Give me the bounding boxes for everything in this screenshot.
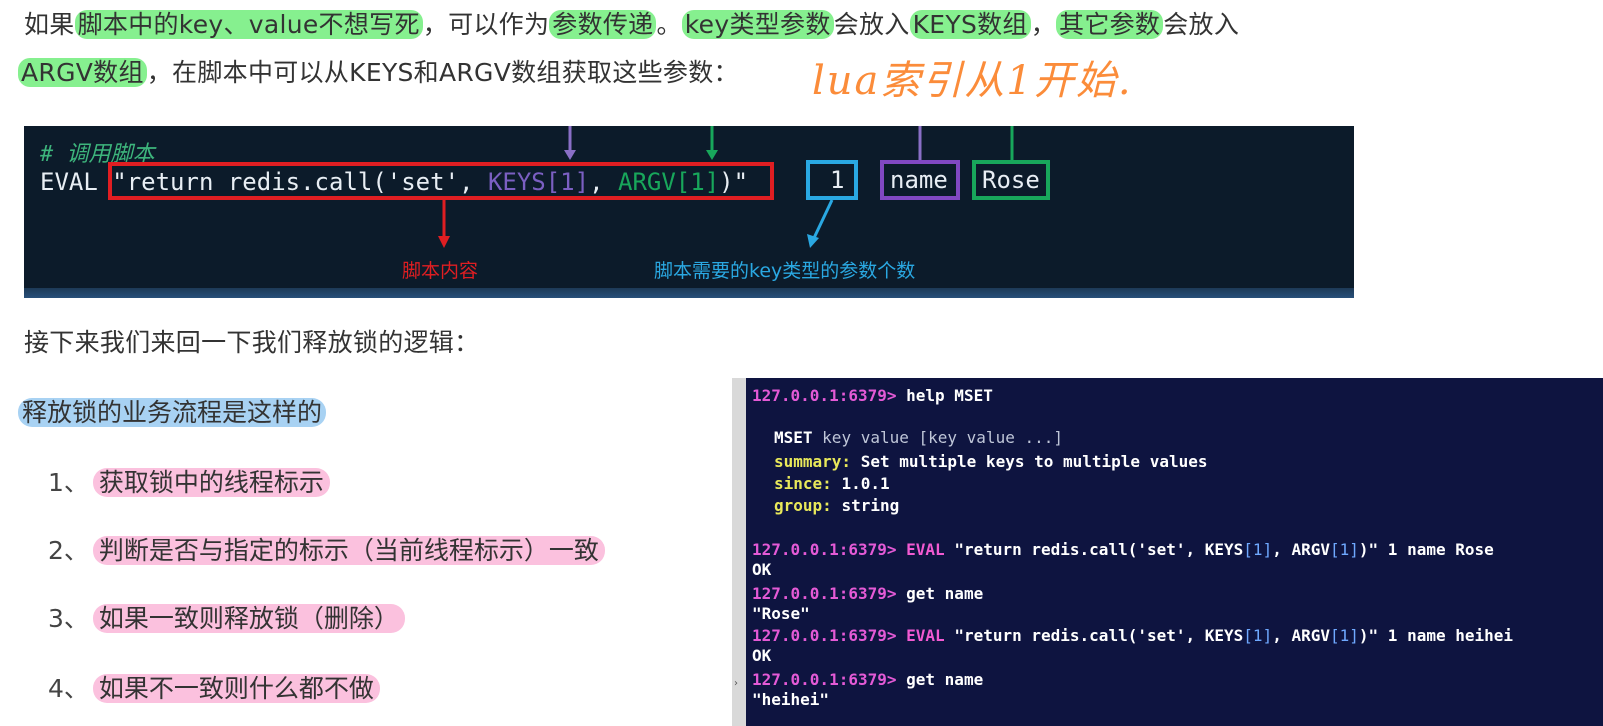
terminal-prompt: 127.0.0.1:6379> <box>752 626 897 645</box>
terminal-left-border: › <box>732 378 746 726</box>
step-text: 判断是否与指定的标示（当前线程标示）一致 <box>92 536 605 565</box>
get-result: "Rose" <box>752 604 810 623</box>
group-label: group: <box>774 496 832 515</box>
highlighted-phrase: 其它参数 <box>1056 10 1164 39</box>
group-text: string <box>841 496 900 515</box>
highlighted-phrase: ARGV数组 <box>18 58 147 87</box>
step-item: 3、 如果一致则释放锁（删除） <box>48 602 405 636</box>
eval-keyword: EVAL <box>906 540 945 559</box>
get-result: "heihei" <box>752 690 830 709</box>
step-text: 获取锁中的线程标示 <box>92 468 330 497</box>
terminal-command: get name <box>906 584 984 603</box>
index-literal: [1] <box>1330 626 1359 645</box>
help-signature-cmd: MSET <box>774 428 813 447</box>
script-arrowhead <box>438 236 450 248</box>
since-text: 1.0.1 <box>841 474 890 493</box>
text-segment: 。 <box>656 10 682 39</box>
recap-text: 接下来我们来回一下我们释放锁的逻辑： <box>24 328 480 357</box>
terminal-screenshot: › 127.0.0.1:6379> help MSET MSET key val… <box>732 378 1603 726</box>
text-segment: 如果 <box>24 10 75 39</box>
script-content-label: 脚本内容 <box>402 260 479 282</box>
terminal-line: "Rose" <box>752 604 810 623</box>
step-number: 1、 <box>48 468 89 497</box>
summary-label: summary: <box>774 452 852 471</box>
terminal-line: group: string <box>774 496 899 515</box>
since-label: since: <box>774 474 832 493</box>
terminal-line: since: 1.0.1 <box>774 474 890 493</box>
terminal-command: help MSET <box>906 386 993 405</box>
step-text: 如果一致则释放锁（删除） <box>92 604 405 633</box>
intro-line-2: ARGV数组 ，在脚本中可以从KEYS和ARGV数组获取这些参数： <box>18 56 739 90</box>
eval-script-end: )" 1 name heihei <box>1358 626 1514 645</box>
step-text: 如果不一致则什么都不做 <box>92 674 380 703</box>
help-signature-args: key value [key value ...] <box>822 428 1063 447</box>
argv-arrowhead <box>706 150 718 160</box>
flow-title-text: 释放锁的业务流程是这样的 <box>18 398 327 427</box>
step-item: 2、 判断是否与指定的标示（当前线程标示）一致 <box>48 534 605 568</box>
index-literal: [1] <box>1330 540 1359 559</box>
terminal-line: 127.0.0.1:6379> EVAL "return redis.call(… <box>752 626 1513 645</box>
numkeys-arrowhead <box>807 234 819 248</box>
eval-script-part: "return redis.call('set', KEYS <box>954 626 1244 645</box>
step-number: 2、 <box>48 536 89 565</box>
highlighted-phrase: 参数传递 <box>549 10 657 39</box>
index-literal: [1] <box>1243 540 1273 559</box>
terminal-line: 127.0.0.1:6379> get name <box>752 670 983 689</box>
flow-title: 释放锁的业务流程是这样的 <box>18 396 327 430</box>
code-banner-image: # 调用脚本 EVAL "return redis.call('set', KE… <box>24 126 1354 298</box>
intro-line-1: 如果 脚本中的key、value不想写死 ，可以作为 参数传递。 key类型参数 会放入 K… <box>24 8 1239 42</box>
argv-connector <box>710 126 1014 160</box>
ok-result: OK <box>752 560 772 579</box>
text-segment: ，在脚本中可以从KEYS和ARGV数组获取这些参数： <box>146 58 739 87</box>
text-segment: 会放入 <box>1163 10 1240 39</box>
terminal-line: 127.0.0.1:6379> help MSET <box>752 386 993 405</box>
step-item: 1、 获取锁中的线程标示 <box>48 466 330 500</box>
terminal-line: 127.0.0.1:6379> EVAL "return redis.call(… <box>752 540 1494 559</box>
terminal-prompt: 127.0.0.1:6379> <box>752 386 897 405</box>
eval-script-part: , ARGV <box>1272 540 1330 559</box>
highlighted-phrase: key类型参数 <box>681 10 834 39</box>
step-number: 4、 <box>48 674 89 703</box>
eval-script-part: , ARGV <box>1272 626 1330 645</box>
numkeys-label: 脚本需要的key类型的参数个数 <box>654 260 916 282</box>
terminal-line: summary: Set multiple keys to multiple v… <box>774 452 1207 471</box>
summary-text: Set multiple keys to multiple values <box>860 452 1208 471</box>
terminal-prompt: 127.0.0.1:6379> <box>752 584 897 603</box>
index-literal: [1] <box>1243 626 1273 645</box>
keys-connector <box>568 126 922 160</box>
highlighted-phrase: 脚本中的key、value不想写死 <box>74 10 423 39</box>
text-segment: 会放入 <box>833 10 910 39</box>
scroll-arrow-icon: › <box>734 678 738 689</box>
terminal-line: OK <box>752 560 771 579</box>
eval-keyword: EVAL <box>906 626 945 645</box>
terminal-line: MSET key value [key value ...] <box>774 428 1063 447</box>
step-item: 4、 如果不一致则什么都不做 <box>48 672 380 706</box>
text-segment: ， <box>1030 10 1057 39</box>
banner-wave <box>24 288 1354 298</box>
numkeys-arrow <box>812 199 834 239</box>
highlighted-phrase: KEYS数组 <box>909 10 1031 39</box>
eval-script-part: "return redis.call('set', KEYS <box>954 540 1244 559</box>
terminal-command: get name <box>906 670 984 689</box>
terminal-line: 127.0.0.1:6379> get name <box>752 584 983 603</box>
eval-script-end: )" 1 name Rose <box>1358 540 1494 559</box>
ok-result: OK <box>752 646 772 665</box>
text-segment: ，可以作为 <box>422 10 550 39</box>
terminal-prompt: 127.0.0.1:6379> <box>752 670 897 689</box>
step-number: 3、 <box>48 604 89 633</box>
handwritten-note: lua索引从1开始. <box>812 58 1133 104</box>
keys-arrowhead <box>564 150 576 160</box>
terminal-prompt: 127.0.0.1:6379> <box>752 540 897 559</box>
terminal-line: "heihei" <box>752 690 829 709</box>
terminal-line: OK <box>752 646 771 665</box>
